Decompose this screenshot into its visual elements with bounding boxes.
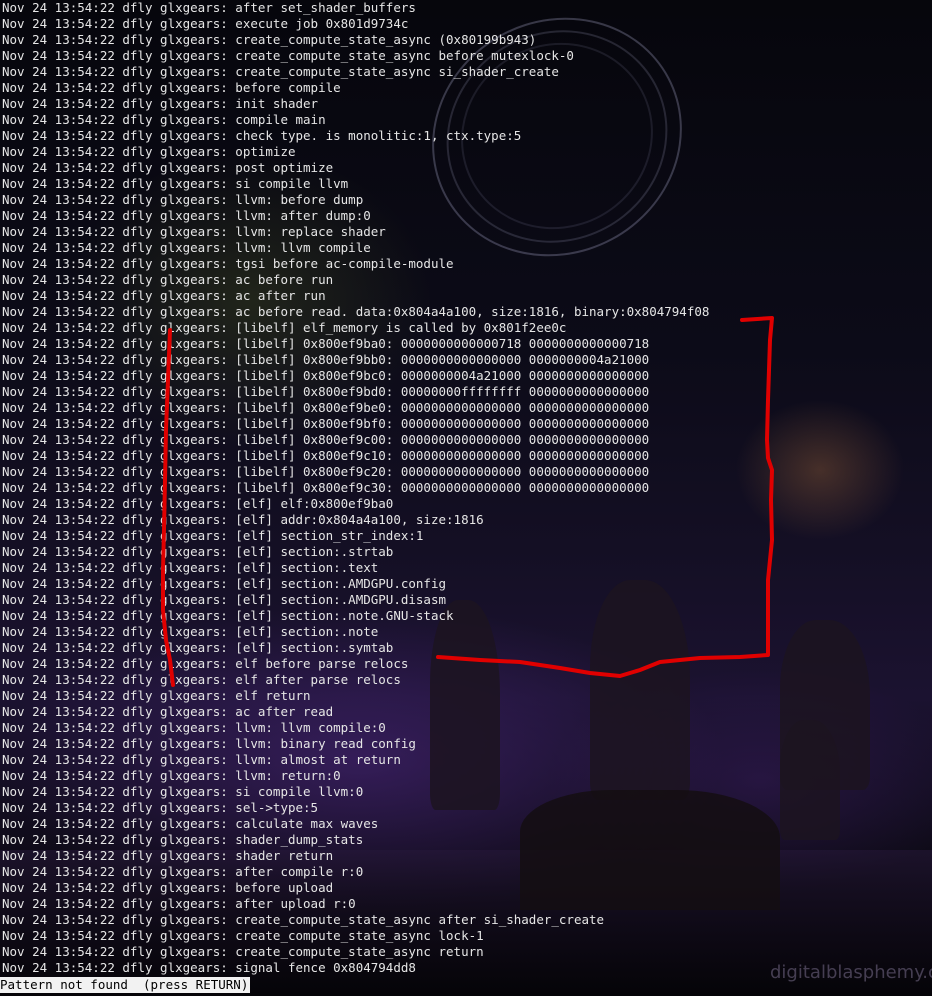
- log-line: Nov 24 13:54:22 dfly glxgears: execute j…: [2, 16, 409, 31]
- log-line: Nov 24 13:54:22 dfly glxgears: create_co…: [2, 944, 484, 959]
- log-line: Nov 24 13:54:22 dfly glxgears: create_co…: [2, 928, 484, 943]
- log-line: Nov 24 13:54:22 dfly glxgears: [libelf] …: [2, 400, 650, 415]
- log-line: Nov 24 13:54:22 dfly glxgears: [elf] sec…: [2, 544, 394, 559]
- log-line: Nov 24 13:54:22 dfly glxgears: after com…: [2, 864, 364, 879]
- log-line: Nov 24 13:54:22 dfly glxgears: [elf] elf…: [2, 496, 394, 511]
- log-line: Nov 24 13:54:22 dfly glxgears: signal fe…: [2, 960, 416, 975]
- log-line: Nov 24 13:54:22 dfly glxgears: [libelf] …: [2, 480, 650, 495]
- log-line: Nov 24 13:54:22 dfly glxgears: create_co…: [2, 64, 559, 79]
- log-line: Nov 24 13:54:22 dfly glxgears: after upl…: [2, 896, 356, 911]
- log-line: Nov 24 13:54:22 dfly glxgears: [elf] sec…: [2, 576, 447, 591]
- log-line: Nov 24 13:54:22 dfly glxgears: llvm: llv…: [2, 240, 371, 255]
- log-line: Nov 24 13:54:22 dfly glxgears: llvm: alm…: [2, 752, 401, 767]
- log-line: Nov 24 13:54:22 dfly glxgears: compile m…: [2, 112, 326, 127]
- log-line: Nov 24 13:54:22 dfly glxgears: create_co…: [2, 32, 537, 47]
- log-line: Nov 24 13:54:22 dfly glxgears: [elf] sec…: [2, 624, 379, 639]
- log-line: Nov 24 13:54:22 dfly glxgears: [libelf] …: [2, 384, 650, 399]
- log-line: Nov 24 13:54:22 dfly glxgears: [elf] sec…: [2, 528, 424, 543]
- log-line: Nov 24 13:54:22 dfly glxgears: create_co…: [2, 912, 605, 927]
- log-line: Nov 24 13:54:22 dfly glxgears: elf after…: [2, 672, 401, 687]
- log-line: Nov 24 13:54:22 dfly glxgears: [libelf] …: [2, 448, 650, 463]
- log-line: Nov 24 13:54:22 dfly glxgears: ac before…: [2, 272, 334, 287]
- log-line: Nov 24 13:54:22 dfly glxgears: elf retur…: [2, 688, 311, 703]
- log-line: Nov 24 13:54:22 dfly glxgears: [elf] sec…: [2, 640, 394, 655]
- log-line: Nov 24 13:54:22 dfly glxgears: optimize: [2, 144, 296, 159]
- wallpaper-rock: [780, 720, 840, 840]
- log-line: Nov 24 13:54:22 dfly glxgears: llvm: bef…: [2, 192, 364, 207]
- log-line: Nov 24 13:54:22 dfly glxgears: [elf] sec…: [2, 560, 379, 575]
- log-line: Nov 24 13:54:22 dfly glxgears: [libelf] …: [2, 432, 650, 447]
- log-line: Nov 24 13:54:22 dfly glxgears: init shad…: [2, 96, 319, 111]
- log-line: Nov 24 13:54:22 dfly glxgears: post opti…: [2, 160, 334, 175]
- log-line: Nov 24 13:54:22 dfly glxgears: check typ…: [2, 128, 522, 143]
- terminal-window[interactable]: digitalblasphemy.c Nov 24 13:54:22 dfly …: [0, 0, 932, 996]
- log-line: Nov 24 13:54:22 dfly glxgears: [elf] add…: [2, 512, 484, 527]
- log-line: Nov 24 13:54:22 dfly glxgears: sel->type…: [2, 800, 319, 815]
- log-line: Nov 24 13:54:22 dfly glxgears: si compil…: [2, 784, 364, 799]
- log-line: Nov 24 13:54:22 dfly glxgears: after set…: [2, 0, 416, 15]
- log-line: Nov 24 13:54:22 dfly glxgears: before up…: [2, 880, 334, 895]
- log-line: Nov 24 13:54:22 dfly glxgears: llvm: rep…: [2, 224, 386, 239]
- log-line: Nov 24 13:54:22 dfly glxgears: calculate…: [2, 816, 379, 831]
- log-line: Nov 24 13:54:22 dfly glxgears: ac after …: [2, 704, 334, 719]
- log-line: Nov 24 13:54:22 dfly glxgears: llvm: ret…: [2, 768, 341, 783]
- log-line: Nov 24 13:54:22 dfly glxgears: llvm: bin…: [2, 736, 416, 751]
- log-line: Nov 24 13:54:22 dfly glxgears: [libelf] …: [2, 320, 567, 335]
- log-line: Nov 24 13:54:22 dfly glxgears: ac after …: [2, 288, 326, 303]
- log-line: Nov 24 13:54:22 dfly glxgears: shader re…: [2, 848, 334, 863]
- log-line: Nov 24 13:54:22 dfly glxgears: ac before…: [2, 304, 710, 319]
- log-line: Nov 24 13:54:22 dfly glxgears: [libelf] …: [2, 416, 650, 431]
- log-line: Nov 24 13:54:22 dfly glxgears: llvm: aft…: [2, 208, 371, 223]
- log-line: Nov 24 13:54:22 dfly glxgears: [libelf] …: [2, 336, 650, 351]
- log-line: Nov 24 13:54:22 dfly glxgears: llvm: llv…: [2, 720, 386, 735]
- log-line: Nov 24 13:54:22 dfly glxgears: [libelf] …: [2, 352, 650, 367]
- log-line: Nov 24 13:54:22 dfly glxgears: si compil…: [2, 176, 349, 191]
- log-line: Nov 24 13:54:22 dfly glxgears: elf befor…: [2, 656, 409, 671]
- log-line: Nov 24 13:54:22 dfly glxgears: shader_du…: [2, 832, 364, 847]
- log-line: Nov 24 13:54:22 dfly glxgears: tgsi befo…: [2, 256, 454, 271]
- log-line: Nov 24 13:54:22 dfly glxgears: create_co…: [2, 48, 574, 63]
- log-output: Nov 24 13:54:22 dfly glxgears: after set…: [2, 0, 709, 976]
- wallpaper-watermark: digitalblasphemy.c: [770, 962, 932, 983]
- status-prompt[interactable]: Pattern not found (press RETURN): [0, 977, 251, 993]
- log-line: Nov 24 13:54:22 dfly glxgears: [elf] sec…: [2, 608, 454, 623]
- log-line: Nov 24 13:54:22 dfly glxgears: [libelf] …: [2, 368, 650, 383]
- log-line: Nov 24 13:54:22 dfly glxgears: before co…: [2, 80, 341, 95]
- log-line: Nov 24 13:54:22 dfly glxgears: [libelf] …: [2, 464, 650, 479]
- log-line: Nov 24 13:54:22 dfly glxgears: [elf] sec…: [2, 592, 447, 607]
